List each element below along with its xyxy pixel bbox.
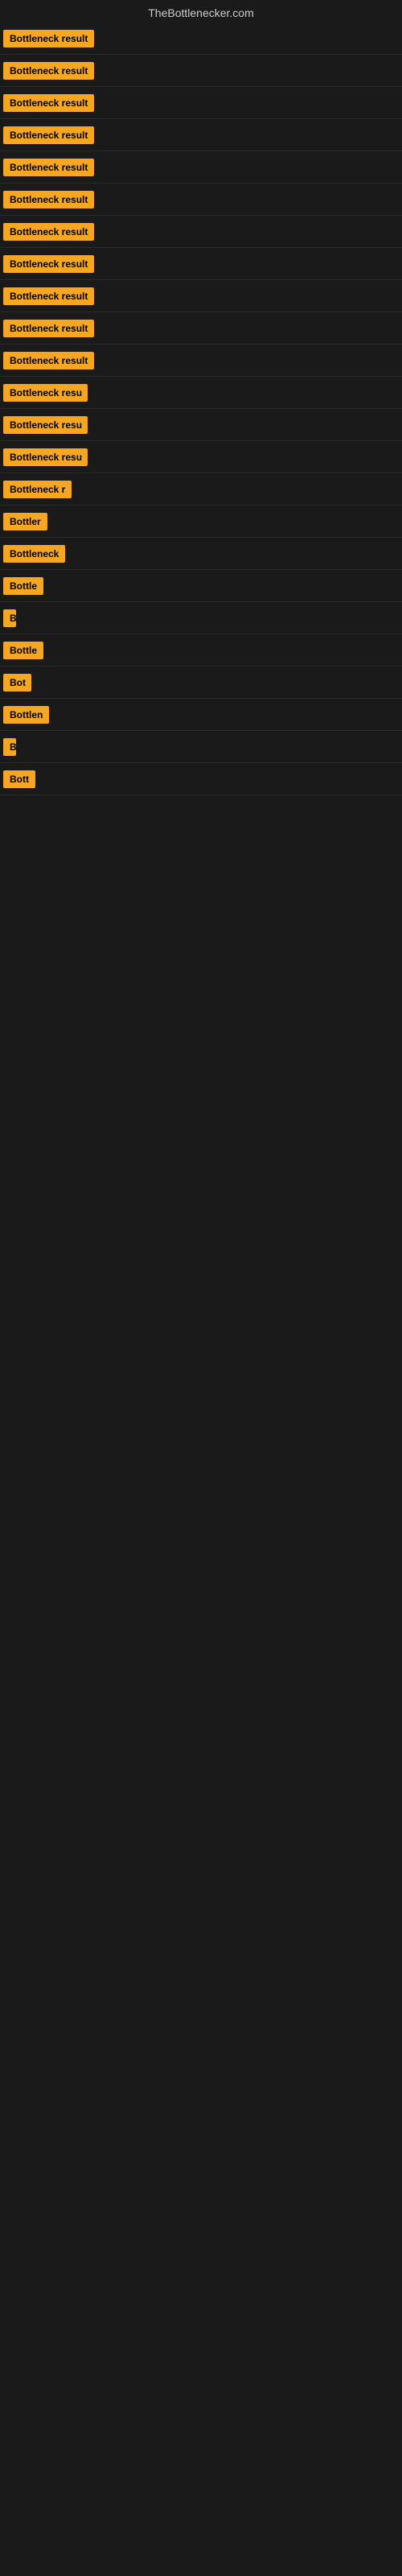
list-item: Bottleneck result	[0, 216, 402, 248]
bottleneck-result-badge[interactable]: Bot	[3, 674, 31, 691]
bottleneck-result-badge[interactable]: Bottleneck result	[3, 255, 94, 273]
list-item: Bottle	[0, 634, 402, 667]
list-item: Bott	[0, 763, 402, 795]
bottleneck-result-badge[interactable]: Bottleneck result	[3, 223, 94, 241]
site-title-bar: TheBottlenecker.com	[0, 0, 402, 23]
list-item: Bottleneck result	[0, 55, 402, 87]
list-item: B	[0, 731, 402, 763]
list-item: Bottleneck result	[0, 280, 402, 312]
bottleneck-result-badge[interactable]: Bottleneck result	[3, 320, 94, 337]
results-list: Bottleneck result Bottleneck result Bottle…	[0, 23, 402, 795]
list-item: Bottleneck	[0, 538, 402, 570]
list-item: Bottleneck result	[0, 87, 402, 119]
list-item: Bottleneck result	[0, 151, 402, 184]
list-item: Bottleneck result	[0, 23, 402, 55]
list-item: Bottleneck resu	[0, 441, 402, 473]
bottleneck-result-badge[interactable]: Bottleneck resu	[3, 448, 88, 466]
list-item: Bottleneck result	[0, 119, 402, 151]
list-item: Bottle	[0, 570, 402, 602]
list-item: Bottleneck r	[0, 473, 402, 506]
bottleneck-result-badge[interactable]: Bottle	[3, 642, 43, 659]
site-title: TheBottlenecker.com	[0, 0, 402, 23]
bottleneck-result-badge[interactable]: B	[3, 738, 16, 756]
list-item: Bottleneck resu	[0, 409, 402, 441]
bottleneck-result-badge[interactable]: Bottleneck r	[3, 481, 72, 498]
list-item: B	[0, 602, 402, 634]
bottleneck-result-badge[interactable]: Bottleneck result	[3, 287, 94, 305]
list-item: Bottleneck result	[0, 312, 402, 345]
bottleneck-result-badge[interactable]: Bottleneck result	[3, 30, 94, 47]
bottleneck-result-badge[interactable]: Bottleneck resu	[3, 384, 88, 402]
bottleneck-result-badge[interactable]: Bottleneck result	[3, 94, 94, 112]
list-item: Bottleneck result	[0, 345, 402, 377]
bottleneck-result-badge[interactable]: Bottleneck result	[3, 191, 94, 208]
list-item: Bottlen	[0, 699, 402, 731]
bottleneck-result-badge[interactable]: Bott	[3, 770, 35, 788]
list-item: Bottleneck resu	[0, 377, 402, 409]
bottleneck-result-badge[interactable]: B	[3, 609, 16, 627]
list-item: Bot	[0, 667, 402, 699]
list-item: Bottleneck result	[0, 248, 402, 280]
bottleneck-result-badge[interactable]: Bottleneck result	[3, 159, 94, 176]
bottleneck-result-badge[interactable]: Bottler	[3, 513, 47, 530]
list-item: Bottler	[0, 506, 402, 538]
bottleneck-result-badge[interactable]: Bottleneck resu	[3, 416, 88, 434]
list-item: Bottleneck result	[0, 184, 402, 216]
bottleneck-result-badge[interactable]: Bottleneck result	[3, 352, 94, 369]
bottleneck-result-badge[interactable]: Bottle	[3, 577, 43, 595]
bottleneck-result-badge[interactable]: Bottlen	[3, 706, 49, 724]
bottleneck-result-badge[interactable]: Bottleneck	[3, 545, 65, 563]
bottleneck-result-badge[interactable]: Bottleneck result	[3, 62, 94, 80]
bottleneck-result-badge[interactable]: Bottleneck result	[3, 126, 94, 144]
